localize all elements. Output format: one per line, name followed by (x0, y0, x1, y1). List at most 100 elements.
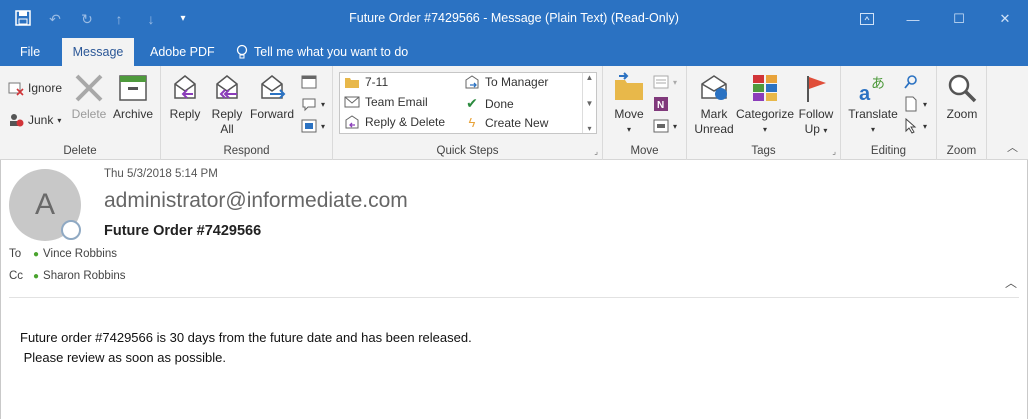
cc-recipient[interactable]: Sharon Robbins (43, 270, 125, 282)
sender-address[interactable]: administrator@informediate.com (104, 189, 408, 213)
find-button[interactable] (903, 72, 919, 92)
zoom-button[interactable]: Zoom (941, 72, 983, 122)
meeting-reply-button[interactable] (301, 72, 317, 92)
lightbulb-icon (236, 44, 248, 59)
quick-steps-scrollbar[interactable]: ▲ ▼ ▾ (582, 73, 596, 133)
to-label: To (9, 248, 22, 260)
group-label-move: Move (630, 145, 659, 157)
group-label-editing: Editing (870, 145, 907, 157)
minimize-icon[interactable]: — (890, 0, 936, 38)
move-button[interactable]: Move ▾ (609, 72, 649, 137)
move-folder-icon (615, 72, 643, 100)
scroll-down-icon[interactable]: ▼ (586, 99, 594, 108)
magnifier-icon (948, 74, 977, 103)
message-date: Thu 5/3/2018 5:14 PM (104, 168, 218, 180)
follow-up-button[interactable]: Follow Up ▾ (795, 72, 837, 138)
tell-me-label: Tell me what you want to do (254, 45, 409, 59)
svg-text:あ: あ (871, 76, 885, 92)
chevron-down-icon: ▾ (626, 125, 631, 134)
title-bar: ↶ ↻ ↑ ↓ ▾ Future Order #7429566 - Messag… (0, 0, 1028, 38)
translate-button[interactable]: aあ Translate ▾ (845, 72, 901, 137)
svg-text:N: N (657, 100, 664, 111)
delete-x-icon (75, 74, 103, 102)
collapse-header-icon[interactable]: ︿ (1005, 274, 1017, 291)
group-label-zoom: Zoom (946, 145, 977, 157)
categorize-icon (753, 75, 777, 101)
forward-envelope-icon (465, 75, 479, 89)
reply-icon (174, 75, 196, 99)
quick-step-to-manager[interactable]: To Manager (464, 75, 548, 89)
dialog-launcher-icon[interactable]: ⌟ (594, 147, 598, 156)
checkmark-icon: ✔ (466, 95, 478, 111)
quick-step-7-11[interactable]: 7-11 (344, 75, 388, 89)
tab-message[interactable]: Message (62, 38, 134, 66)
reply-all-label-1: Reply (211, 107, 243, 121)
tab-adobe-pdf[interactable]: Adobe PDF (140, 38, 225, 66)
tab-file[interactable]: File (10, 38, 50, 66)
quick-steps-gallery: 7-11 Team Email Reply & Delete To Manage… (339, 72, 597, 134)
delete-button[interactable]: Delete (70, 72, 108, 122)
actions-button[interactable]: ▾ (653, 116, 677, 136)
onenote-icon: N (654, 97, 668, 111)
group-label-quick-steps: Quick Steps (436, 145, 499, 157)
reply-all-label-2: All (220, 122, 234, 136)
select-button[interactable]: ▾ (903, 116, 927, 136)
rules-button[interactable]: ▾ (653, 72, 677, 92)
forward-button[interactable]: Forward (249, 72, 295, 122)
folder-icon (345, 78, 359, 88)
reply-button[interactable]: Reply (167, 72, 203, 122)
follow-up-label-1: Follow (798, 107, 834, 121)
zoom-label: Zoom (946, 107, 978, 121)
related-button[interactable]: ▾ (903, 94, 927, 114)
ignore-icon (8, 82, 24, 96)
delete-label: Delete (71, 107, 107, 121)
archive-button[interactable]: Archive (110, 72, 156, 122)
quick-step-team-email[interactable]: Team Email (344, 95, 428, 109)
collapse-ribbon-icon[interactable]: ︿ (1007, 139, 1018, 155)
onenote-button[interactable]: N (653, 94, 669, 114)
categorize-button[interactable]: Categorize ▾ (735, 72, 795, 137)
junk-label: Junk (28, 113, 54, 127)
to-recipient[interactable]: Vince Robbins (43, 248, 117, 260)
close-icon[interactable]: ✕ (982, 0, 1028, 38)
mark-unread-button[interactable]: Mark Unread (691, 72, 737, 137)
quick-step-reply-delete[interactable]: Reply & Delete (344, 115, 445, 129)
quick-step-label: 7-11 (365, 75, 389, 89)
archive-icon (119, 75, 147, 101)
im-reply-button[interactable]: ▾ (301, 94, 325, 114)
lightning-icon: ϟ (468, 115, 476, 130)
tell-me-search[interactable]: Tell me what you want to do (226, 38, 418, 66)
search-icon (904, 75, 917, 89)
quick-step-create-new[interactable]: ϟ Create New (464, 115, 549, 130)
chevron-down-icon: ▾ (762, 125, 767, 134)
group-tags: Mark Unread Categorize ▾ Follow Up ▾ Tag… (687, 66, 841, 160)
dialog-launcher-icon[interactable]: ⌟ (832, 147, 836, 156)
more-respond-button[interactable]: ▾ (301, 116, 325, 136)
header-divider (9, 297, 1019, 298)
ribbon: Ignore Junk ▾ Delete Archive Delete Repl… (0, 66, 1028, 160)
junk-button[interactable]: Junk ▾ (8, 110, 61, 130)
window-controls: — ☐ ✕ (844, 0, 1028, 38)
quick-step-label: Create New (485, 115, 549, 130)
presence-status-icon (61, 220, 81, 240)
quick-step-label: To Manager (485, 75, 549, 89)
group-delete: Ignore Junk ▾ Delete Archive Delete (0, 66, 161, 160)
meeting-icon (301, 75, 317, 89)
mark-unread-label-1: Mark (700, 107, 728, 121)
ribbon-display-options-icon[interactable] (844, 0, 890, 38)
chat-icon (302, 98, 316, 112)
presence-available-icon: ● (33, 248, 40, 260)
reply-all-button[interactable]: Reply All (207, 72, 247, 137)
group-editing: aあ Translate ▾ ▾ ▾ Editing (841, 66, 937, 160)
maximize-icon[interactable]: ☐ (936, 0, 982, 38)
ignore-button[interactable]: Ignore (8, 78, 62, 98)
group-label-tags: Tags (751, 145, 776, 157)
scroll-up-icon[interactable]: ▲ (586, 73, 594, 82)
expand-gallery-icon[interactable]: ▾ (587, 124, 591, 133)
follow-up-label-2: Up (804, 122, 820, 136)
envelope-icon (344, 96, 360, 108)
quick-step-done[interactable]: ✔ Done (464, 95, 514, 112)
quick-step-label: Reply & Delete (365, 115, 446, 129)
to-line: To ● Vince Robbins (9, 248, 117, 260)
chevron-down-icon: ▾ (870, 125, 875, 134)
